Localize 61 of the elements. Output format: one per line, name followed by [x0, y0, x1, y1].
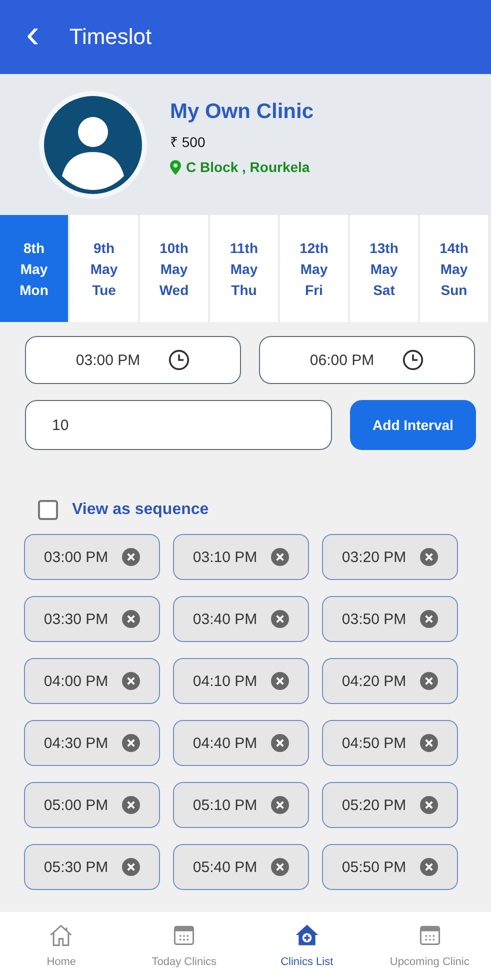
time-slot-chip[interactable]: 04:00 PM	[24, 658, 160, 704]
time-slot-chip[interactable]: 05:30 PM	[24, 844, 160, 890]
date-tab[interactable]: 10th May Wed	[140, 215, 208, 322]
remove-icon[interactable]	[122, 796, 140, 814]
remove-icon[interactable]	[420, 610, 438, 628]
time-slot-chip[interactable]: 05:40 PM	[173, 844, 309, 890]
clinic-fee: ₹ 500	[170, 133, 206, 151]
time-slot-chip[interactable]: 03:40 PM	[173, 596, 309, 642]
clinic-name: My Own Clinic	[170, 100, 314, 124]
remove-icon[interactable]	[271, 610, 290, 628]
clinic-location: C Block , Rourkela	[186, 159, 310, 175]
remove-icon[interactable]	[420, 858, 438, 876]
time-slot-chip[interactable]: 03:00 PM	[24, 534, 160, 580]
remove-icon[interactable]	[271, 796, 290, 814]
back-button[interactable]: ‹	[26, 14, 40, 54]
time-slot-chip[interactable]: 04:40 PM	[173, 720, 309, 766]
date-tab[interactable]: 14th May Sun	[420, 215, 488, 322]
date-tab[interactable]: 9th May Tue	[70, 215, 138, 322]
time-slot-chip[interactable]: 05:20 PM	[322, 782, 458, 828]
date-tab[interactable]: 8th May Mon	[0, 215, 68, 322]
time-slot-chip[interactable]: 03:10 PM	[173, 534, 309, 580]
time-slot-chip[interactable]: 05:00 PM	[24, 782, 160, 828]
remove-icon[interactable]	[420, 796, 438, 814]
time-slot-chip[interactable]: 04:50 PM	[322, 720, 458, 766]
checkbox[interactable]	[38, 500, 58, 520]
remove-icon[interactable]	[420, 548, 438, 566]
remove-icon[interactable]	[271, 734, 290, 752]
remove-icon[interactable]	[271, 858, 290, 876]
clock-icon	[168, 349, 190, 371]
checkbox-label: View as sequence	[72, 501, 209, 519]
time-slot-chip[interactable]: 04:20 PM	[322, 658, 458, 704]
remove-icon[interactable]	[271, 672, 290, 690]
end-time-field[interactable]: 06:00 PM	[259, 336, 475, 384]
home-icon	[48, 922, 74, 948]
date-tab[interactable]: 12th May Fri	[280, 215, 348, 322]
add-interval-button[interactable]: Add Interval	[350, 400, 476, 450]
remove-icon[interactable]	[122, 672, 140, 690]
time-slot-chip[interactable]: 03:50 PM	[322, 596, 458, 642]
avatar-icon	[38, 90, 148, 200]
time-slot-chip[interactable]: 05:50 PM	[322, 844, 458, 890]
date-tab[interactable]: 13th May Sat	[350, 215, 418, 322]
remove-icon[interactable]	[420, 672, 438, 690]
nav-item[interactable]: Clinics List	[246, 912, 368, 978]
time-slot-chip[interactable]: 04:30 PM	[24, 720, 160, 766]
time-slot-chip[interactable]: 05:10 PM	[173, 782, 309, 828]
remove-icon[interactable]	[271, 548, 290, 566]
remove-icon[interactable]	[420, 734, 438, 752]
remove-icon[interactable]	[122, 548, 140, 566]
start-time-field[interactable]: 03:00 PM	[25, 336, 241, 384]
clinic-icon	[294, 922, 320, 948]
screen-title: Timeslot	[69, 24, 152, 50]
interval-field[interactable]: 10	[25, 400, 332, 450]
time-slot-chip[interactable]: 03:20 PM	[322, 534, 458, 580]
remove-icon[interactable]	[122, 734, 140, 752]
remove-icon[interactable]	[122, 610, 140, 628]
location-pin-icon	[170, 160, 181, 174]
clock-icon	[402, 349, 424, 371]
time-slot-chip[interactable]: 03:30 PM	[24, 596, 160, 642]
time-slot-chip[interactable]: 04:10 PM	[173, 658, 309, 704]
date-tab[interactable]: 11th May Thu	[210, 215, 278, 322]
remove-icon[interactable]	[122, 858, 140, 876]
